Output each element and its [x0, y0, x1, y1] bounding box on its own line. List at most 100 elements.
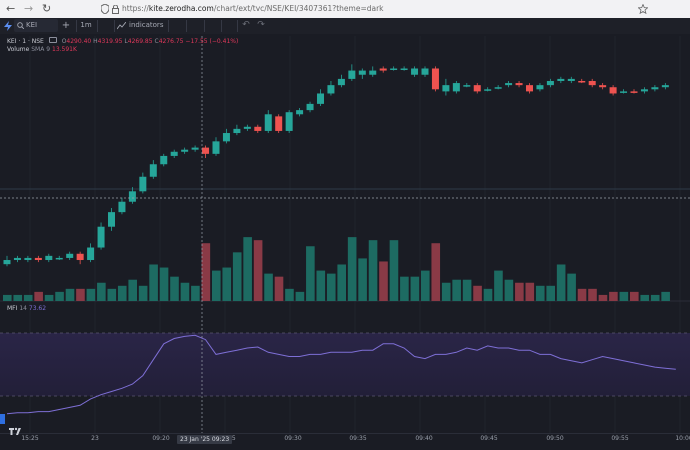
candle-body	[13, 257, 21, 261]
volume-bar	[400, 276, 409, 301]
candle-body	[588, 80, 596, 86]
volume-bar	[525, 282, 535, 301]
candle-body	[567, 78, 575, 81]
time-axis-label: 09:20	[152, 435, 170, 442]
time-axis-label: 09:50	[546, 435, 564, 442]
candle-body	[463, 85, 471, 87]
candle-body	[66, 253, 74, 258]
volume-bar	[191, 285, 200, 301]
candle-body	[369, 70, 377, 75]
candle-body	[306, 103, 314, 111]
volume-bar	[13, 294, 23, 301]
volume-bar	[180, 282, 190, 301]
mfi-label: MFI	[7, 305, 18, 312]
candle-body	[640, 89, 648, 92]
candle-body	[275, 116, 283, 131]
candle-body	[222, 133, 230, 142]
volume-bar	[650, 294, 660, 301]
candle-body	[526, 85, 533, 92]
volume-bar	[222, 267, 232, 301]
volume-bar	[117, 285, 127, 301]
volume-bar	[3, 294, 12, 301]
volume-bar	[421, 270, 430, 301]
candle-body	[630, 91, 638, 93]
volume-bar	[44, 294, 54, 301]
volume-bar	[661, 291, 670, 301]
volume-sma-label: SMA 9	[31, 46, 51, 53]
volume-bar	[264, 273, 273, 301]
volume-bar	[546, 285, 555, 301]
candle-body	[160, 155, 168, 165]
time-axis-label: 10:00	[675, 435, 690, 442]
candle-body	[45, 255, 53, 261]
candle-body	[536, 85, 544, 90]
volume-bar	[588, 288, 597, 301]
time-axis-label: 23	[91, 435, 99, 442]
candle-body	[578, 80, 586, 83]
volume-bar	[598, 294, 608, 301]
candle-body	[358, 70, 366, 75]
volume-bar	[431, 243, 441, 301]
candle-body	[76, 253, 84, 261]
tradingview-logo-icon	[9, 421, 21, 435]
volume-bar	[504, 279, 514, 301]
volume-bar	[76, 288, 85, 301]
candle-body	[390, 68, 398, 70]
candle-body	[139, 176, 147, 192]
volume-bar	[159, 267, 169, 301]
volume-bar	[316, 270, 326, 301]
candle-body	[452, 83, 460, 92]
candle-body	[327, 85, 335, 94]
candle-body	[484, 89, 492, 91]
candle-body	[191, 147, 199, 150]
candle-body	[181, 149, 189, 152]
volume-bar	[243, 237, 252, 301]
volume-bar	[473, 285, 482, 301]
candle-body	[149, 164, 157, 177]
candle-body	[264, 114, 272, 131]
candle-body	[609, 87, 617, 94]
candle-body	[379, 68, 387, 71]
volume-legend: Volume SMA 9 13.591K	[7, 46, 77, 53]
legend-change: −17.55 (−0.41%)	[185, 38, 239, 45]
volume-bar	[483, 288, 493, 301]
time-axis-label: 09:40	[415, 435, 433, 442]
candle-body	[400, 68, 408, 70]
candle-body	[599, 85, 607, 88]
mfi-period: 14	[19, 305, 27, 312]
volume-bar	[65, 288, 75, 301]
volume-bar	[452, 279, 461, 301]
time-axis-label: 09:45	[480, 435, 498, 442]
volume-bar	[535, 285, 545, 301]
volume-bar	[170, 276, 179, 301]
volume-bar	[619, 291, 629, 301]
candle-body	[170, 151, 178, 156]
legend-eye-icon[interactable]	[48, 37, 57, 43]
volume-bar	[389, 240, 399, 301]
mfi-value: 73.62	[28, 305, 47, 312]
candle-body	[296, 110, 304, 115]
volume-bar	[640, 294, 650, 301]
candle-body	[212, 141, 220, 154]
volume-bar	[347, 237, 357, 301]
candle-body	[505, 83, 513, 86]
volume-bar	[515, 282, 524, 301]
volume-bar	[441, 282, 451, 301]
volume-bar	[306, 246, 315, 301]
time-axis-label: 09:30	[284, 435, 302, 442]
crosshair-time-label: 23 Jan '25 09:23	[177, 435, 233, 444]
volume-bar	[326, 273, 336, 301]
volume-bar	[212, 270, 221, 301]
candle-body	[118, 201, 126, 213]
candle-body	[55, 257, 63, 260]
candle-body	[254, 126, 262, 131]
price-legend: KEI · 1 · NSE O4290.40 H4319.95 L4269.85…	[7, 37, 238, 45]
mfi-legend: MFI 14 73.62	[7, 305, 46, 312]
volume-bar	[201, 243, 211, 301]
time-axis-line	[0, 433, 690, 434]
price-chart[interactable]	[0, 0, 690, 450]
volume-bar	[97, 282, 106, 301]
candle-body	[34, 257, 42, 261]
volume-bar	[149, 264, 158, 301]
volume-label: Volume	[7, 46, 30, 53]
